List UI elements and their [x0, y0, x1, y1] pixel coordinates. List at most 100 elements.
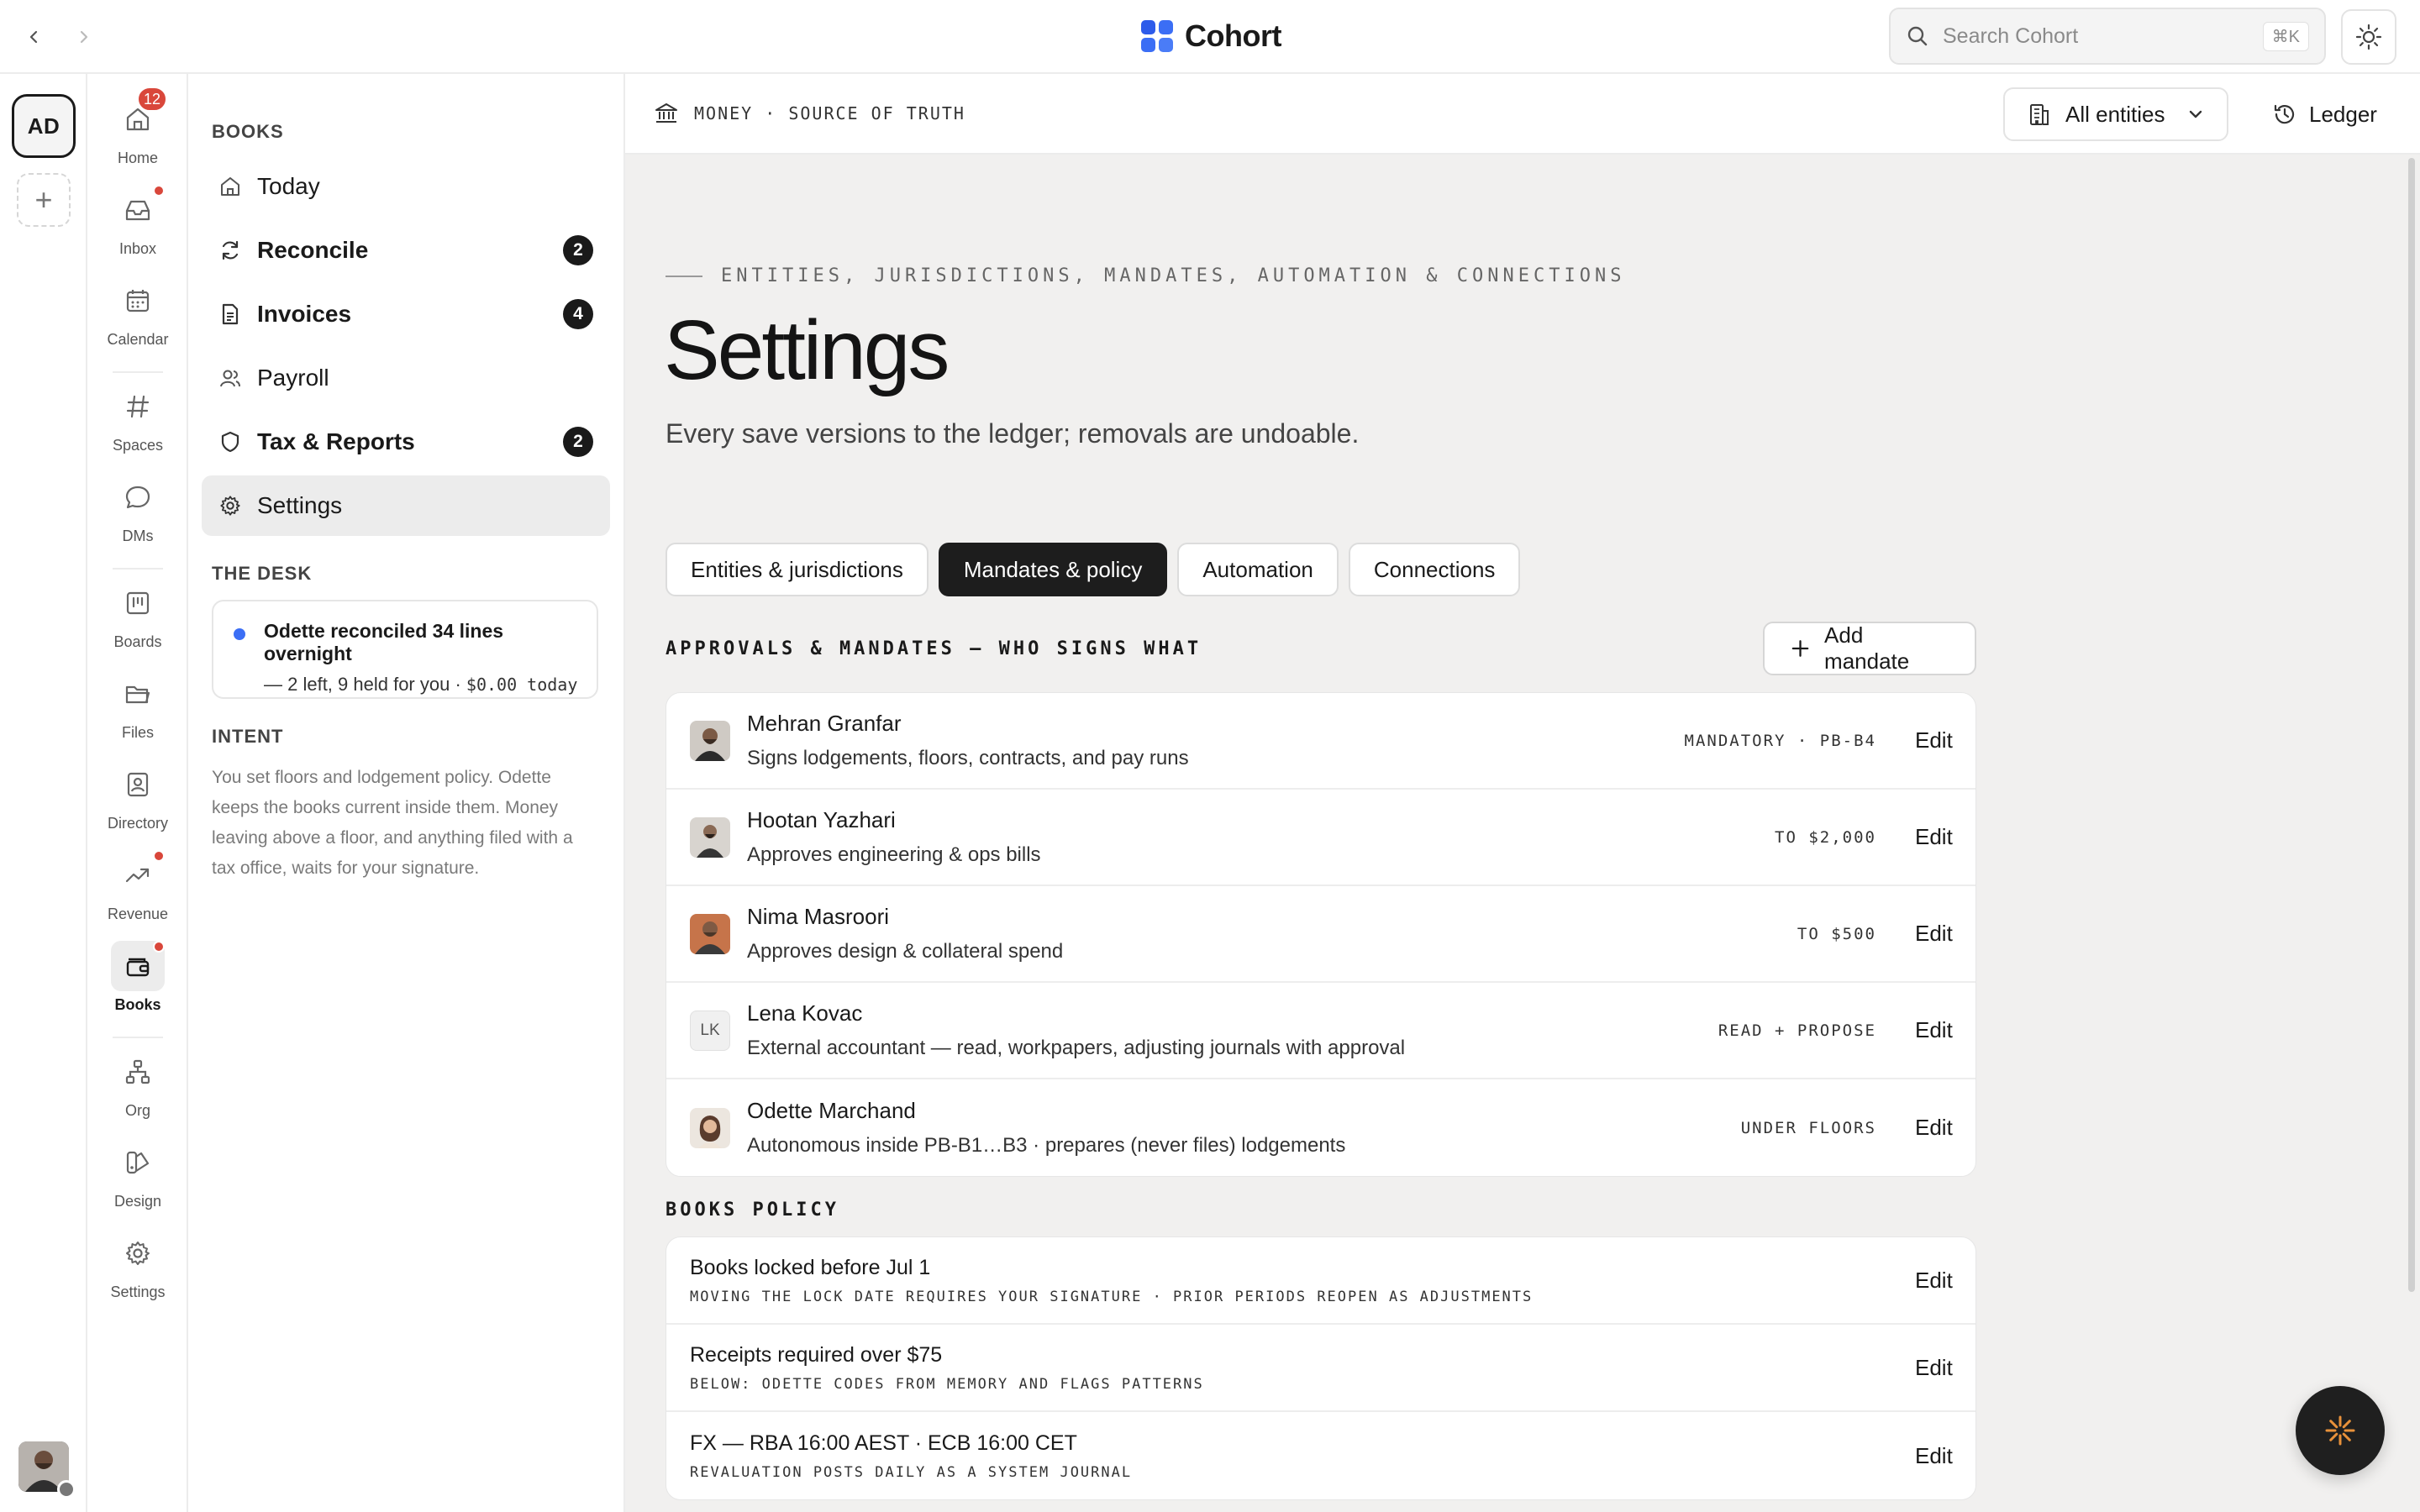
sparkle-icon [2325, 1415, 2355, 1446]
mandate-desc: Approves engineering & ops bills [747, 843, 1041, 866]
user-avatar[interactable] [18, 1441, 76, 1499]
edit-button[interactable]: Edit [1915, 921, 1953, 947]
app-home[interactable]: 12 Home [87, 86, 188, 178]
ledger-label: Ledger [2309, 101, 2377, 127]
mandate-scope: UNDER FLOORS [1740, 1118, 1876, 1137]
app-books[interactable]: Books [87, 941, 188, 1025]
breadcrumb-text: MONEY · SOURCE OF TRUTH [694, 103, 965, 123]
edit-button[interactable]: Edit [1915, 1443, 1953, 1469]
edit-button[interactable]: Edit [1915, 824, 1953, 850]
folder-icon [125, 685, 150, 704]
edit-button[interactable]: Edit [1915, 1355, 1953, 1381]
edit-button[interactable]: Edit [1915, 1268, 1953, 1294]
app-directory[interactable]: Directory [87, 759, 188, 843]
avatar [690, 1107, 730, 1148]
breadcrumb: MONEY · SOURCE OF TRUTH [654, 101, 965, 126]
hash-icon [126, 395, 150, 418]
main-scrollbar[interactable] [2408, 158, 2415, 1292]
assistant-button[interactable] [2296, 1386, 2385, 1475]
entity-selector[interactable]: All entities [2003, 87, 2228, 141]
cohort-logo-icon [1141, 20, 1173, 52]
app-spaces[interactable]: Spaces [87, 381, 188, 465]
people-icon [220, 370, 240, 387]
policy-note: MOVING THE LOCK DATE REQUIRES YOUR SIGNA… [690, 1288, 1534, 1305]
mandate-name: Nima Masroori [747, 904, 890, 929]
add-workspace-button[interactable]: + [17, 173, 71, 227]
policy-row: Books locked before Jul 1 MOVING THE LOC… [666, 1237, 1975, 1325]
page-subtitle: Every save versions to the ledger; remov… [666, 418, 1360, 449]
sidebar-item-invoices[interactable]: Invoices 4 [202, 284, 610, 344]
app-calendar[interactable]: Calendar [87, 276, 188, 360]
edit-button[interactable]: Edit [1915, 1017, 1953, 1043]
rail-divider [113, 568, 163, 570]
app-label: Design [113, 1193, 162, 1210]
desk-activity-card[interactable]: Odette reconciled 34 lines overnight — 2… [212, 600, 598, 699]
mandate-desc: Signs lodgements, floors, contracts, and… [747, 747, 1189, 769]
tab-entities-jurisdictions[interactable]: Entities & jurisdictions [666, 543, 929, 596]
app-label: Books [114, 996, 161, 1013]
shield-icon [221, 431, 239, 453]
ledger-button[interactable]: Ledger [2260, 87, 2389, 141]
home-badge: 12 [135, 86, 168, 113]
app-boards[interactable]: Boards [87, 578, 188, 662]
eyebrow-rule [666, 275, 702, 277]
sidebar-item-payroll[interactable]: Payroll [202, 348, 610, 408]
app-revenue[interactable]: Revenue [87, 850, 188, 934]
edit-button[interactable]: Edit [1915, 1115, 1953, 1141]
brand-name: Cohort [1185, 18, 1281, 53]
policy-name: Books locked before Jul 1 [690, 1255, 931, 1279]
tab-automation[interactable]: Automation [1177, 543, 1339, 596]
policy-info: Books locked before Jul 1 MOVING THE LOC… [690, 1256, 1915, 1305]
rail-divider [113, 1037, 163, 1038]
app-inbox[interactable]: Inbox [87, 185, 188, 269]
edit-button[interactable]: Edit [1915, 727, 1953, 753]
theme-toggle-button[interactable] [2341, 9, 2396, 65]
wallet-icon [126, 958, 150, 977]
mandate-scope: TO $500 [1797, 924, 1876, 943]
app-org[interactable]: Org [87, 1047, 188, 1131]
sidebar-item-settings[interactable]: Settings [202, 475, 610, 536]
sidebar-item-tax-reports[interactable]: Tax & Reports 2 [202, 412, 610, 472]
policy-row: Receipts required over $75 BELOW: ODETTE… [666, 1325, 1975, 1412]
refresh-icon [222, 240, 239, 260]
mandate-row: LK Lena Kovac External accountant — read… [666, 983, 1975, 1079]
app-files[interactable]: Files [87, 669, 188, 753]
policy-name: Receipts required over $75 [690, 1342, 943, 1367]
history-nav [18, 22, 99, 52]
policy-info: FX — RBA 16:00 AEST · ECB 16:00 CET REVA… [690, 1431, 1915, 1481]
avatar [690, 913, 730, 954]
mandate-name: Odette Marchand [747, 1098, 916, 1123]
top-bar: Cohort ⌘K [0, 0, 2420, 74]
books-alert-dot [153, 941, 165, 953]
app-label: Boards [113, 633, 162, 650]
mandate-name: Hootan Yazhari [747, 807, 896, 832]
add-mandate-button[interactable]: Add mandate [1763, 622, 1976, 675]
sidebar-item-label: Today [257, 173, 320, 199]
tab-mandates-policy[interactable]: Mandates & policy [938, 543, 1168, 596]
app-dms[interactable]: DMs [87, 472, 188, 556]
app-label: Directory [107, 815, 168, 832]
search-box[interactable]: ⌘K [1889, 8, 2326, 65]
app-design[interactable]: Design [87, 1137, 188, 1221]
sidebar-item-reconcile[interactable]: Reconcile 2 [202, 220, 610, 281]
workspace-switcher[interactable]: AD [12, 94, 76, 158]
bank-icon [655, 103, 677, 123]
forward-button[interactable] [69, 22, 99, 52]
chevron-left-icon [29, 30, 38, 44]
sidebar-item-today[interactable]: Today [202, 156, 610, 217]
gear-icon [220, 496, 240, 516]
mandate-info: Mehran Granfar Signs lodgements, floors,… [747, 711, 1685, 770]
app-settings[interactable]: Settings [87, 1228, 188, 1312]
tab-connections[interactable]: Connections [1348, 543, 1521, 596]
mandate-row: Mehran Granfar Signs lodgements, floors,… [666, 693, 1975, 790]
policy-note: BELOW: ODETTE CODES FROM MEMORY AND FLAG… [690, 1375, 1204, 1393]
search-input[interactable] [1943, 24, 2263, 49]
mandate-desc: External accountant — read, workpapers, … [747, 1037, 1406, 1059]
reconcile-count-badge: 2 [563, 235, 593, 265]
sidebar-item-label: Reconcile [257, 237, 369, 263]
policy-list: Books locked before Jul 1 MOVING THE LOC… [666, 1236, 1976, 1500]
gear-icon [126, 1242, 150, 1265]
back-button[interactable] [18, 22, 49, 52]
brand[interactable]: Cohort [1141, 18, 1281, 54]
policy-note: REVALUATION POSTS DAILY AS A SYSTEM JOUR… [690, 1463, 1133, 1481]
